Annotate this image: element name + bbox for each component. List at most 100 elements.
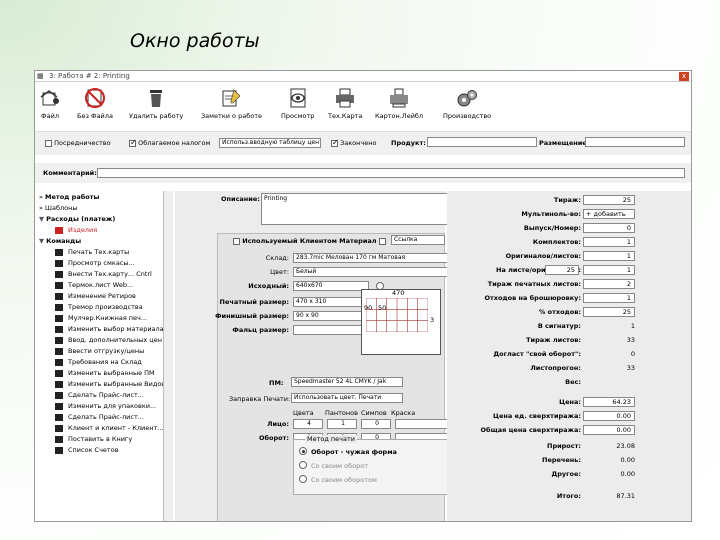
placement-input[interactable] (585, 137, 685, 147)
tree-label: Изменить выбранные ПМ (68, 369, 155, 377)
tree-label: Ввод. дополнительных цен (68, 336, 162, 344)
material-field-input[interactable]: 283.7mic Мелован 170 гм Матовая (293, 253, 471, 263)
production-button[interactable]: Производство (443, 87, 491, 120)
intermediary-checkbox[interactable]: Посредничество (45, 139, 111, 147)
right-field-input[interactable]: 0 (583, 223, 635, 233)
tree-item[interactable]: Сделать Прайс-лист... (55, 413, 144, 422)
command-icon (55, 380, 63, 388)
tree-item[interactable]: Ввод. дополнительных цен (55, 336, 162, 345)
material-field-input[interactable]: 640х670 (293, 281, 369, 291)
tree-item[interactable]: Мулчер.Книжная печ... (55, 314, 147, 323)
command-icon (55, 226, 63, 234)
tree-item[interactable]: Изменить выбранные Видов (55, 380, 165, 389)
checkbox[interactable] (233, 237, 240, 245)
comment-input[interactable] (97, 168, 685, 178)
material-field-input[interactable]: 90 x 90 (293, 311, 369, 321)
tree-item[interactable]: » Метод работы (39, 193, 99, 202)
printer-icon (334, 87, 356, 109)
tree-item[interactable]: Изменение Ретиров (55, 292, 136, 301)
tree-item[interactable]: ▼ Команды (39, 237, 81, 246)
view-button[interactable]: Просмотр (281, 87, 314, 120)
tree-item[interactable]: Внести Тех.карту... Cntrl (55, 270, 152, 279)
checkbox[interactable] (379, 237, 386, 245)
count-input[interactable]: 1 (327, 419, 357, 429)
tree-item[interactable]: Ввести отгрузку/цены (55, 347, 144, 356)
count-input[interactable]: 0 (361, 419, 391, 429)
right-field-input[interactable]: 0.00 (583, 425, 635, 435)
right-field-input[interactable]: + добавить (583, 209, 635, 219)
command-icon (55, 336, 63, 344)
print-method-label: Со своим оборот (311, 462, 369, 470)
right-field-extra[interactable]: 25 (545, 265, 579, 275)
vat-checkbox[interactable]: Облагаемое налогом (129, 138, 210, 147)
tree-label: Список Счетов (68, 446, 119, 454)
right-field-input[interactable]: 1 (583, 237, 635, 247)
print-method-radio[interactable] (299, 461, 307, 469)
use-table-field[interactable]: Использ.вводную таблицу цен (219, 138, 321, 148)
tree-item[interactable]: Изделия (55, 226, 97, 235)
imposition-right: 3 (430, 316, 435, 324)
close-button[interactable]: x (679, 72, 689, 81)
stripe-input[interactable]: Использовать цвет. Печати (291, 393, 403, 403)
right-field-input[interactable]: 25 (583, 307, 635, 317)
material-field-input[interactable]: 470 x 310 (293, 297, 369, 307)
tree-item[interactable]: Просмотр смкасы... (55, 259, 135, 268)
tree-item[interactable]: Изменить для упаковки... (55, 402, 156, 411)
right-field-input[interactable]: 0.00 (583, 411, 635, 421)
trash-icon (145, 87, 167, 109)
material-field-input[interactable]: Белый (293, 267, 471, 277)
tree-item[interactable]: Термок.лист Web... (55, 281, 133, 290)
stock-ref-checkbox[interactable] (379, 237, 386, 245)
tree-item[interactable]: ▼ Расходы (платеж) (39, 215, 115, 224)
label-button[interactable]: Картон.Лейбл (375, 87, 423, 120)
right-field-label: Прирост: (547, 442, 581, 450)
notes-button[interactable]: Заметки о работе (201, 87, 262, 120)
tree-item[interactable]: Список Счетов (55, 446, 119, 455)
completed-label: Закончено (340, 139, 377, 147)
tree-item[interactable]: Поставить в Книгу (55, 435, 132, 444)
right-field-input[interactable]: 1 (583, 265, 635, 275)
tree-item[interactable]: Тремор производства (55, 303, 143, 312)
file-button[interactable]: Файл (39, 87, 61, 120)
completed-checkbox[interactable]: Закончено (331, 138, 377, 147)
checkbox[interactable] (129, 138, 137, 147)
count-input[interactable]: 4 (293, 419, 323, 429)
count-header: Пантонов (325, 409, 358, 417)
command-icon (55, 303, 63, 311)
checkbox[interactable] (331, 138, 339, 147)
pm-input[interactable]: Speedmaster 52 4L CMYK / Jak (291, 377, 403, 387)
product-input[interactable] (427, 137, 537, 147)
delete-job-button[interactable]: Удалить работу (129, 87, 183, 120)
right-field-input[interactable]: 1 (583, 293, 635, 303)
print-method-radio[interactable] (299, 475, 307, 483)
right-field-input[interactable]: 1 (583, 251, 635, 261)
right-field-input[interactable]: 64.23 (583, 397, 635, 407)
description-input[interactable]: Printing (261, 193, 463, 225)
right-field-input[interactable]: 25 (583, 195, 635, 205)
tree-item[interactable]: Требования на Склад (55, 358, 142, 367)
tree-scrollbar[interactable] (163, 191, 173, 521)
print-method-radio[interactable] (299, 447, 307, 455)
right-field-label: % отходов: (538, 308, 581, 316)
checkbox[interactable] (45, 139, 52, 147)
no-file-button[interactable]: Без Файла (77, 87, 113, 120)
tree-item[interactable]: Изменить выбранные ПМ (55, 369, 155, 378)
right-field-label: Комплектов: (532, 238, 581, 246)
tree-item[interactable]: Изменить выбор материала (55, 325, 164, 334)
tree-item[interactable]: Печать Тех.карты (55, 248, 129, 257)
toolbar-label: Удалить работу (129, 112, 184, 120)
techcard-button[interactable]: Тех.Карта (328, 87, 362, 120)
material-field-label: Финишный размер: (215, 312, 289, 320)
right-field-input[interactable]: 2 (583, 279, 635, 289)
tree-label: Метод работы (45, 193, 100, 201)
tree-label: Просмотр смкасы... (68, 259, 135, 267)
command-icon (55, 281, 63, 289)
tree-item[interactable]: Клиент и клиент - Клиент... (55, 424, 163, 433)
placement-label: Размещение (539, 139, 587, 147)
stock-ref-input[interactable]: Ссылка (391, 235, 445, 245)
tree-item[interactable]: » Шаблоны (39, 204, 78, 213)
tree-item[interactable]: Сделать Прайс-лист... (55, 391, 144, 400)
material-field-input[interactable] (293, 325, 369, 335)
client-material-checkbox[interactable]: Используемый Клиентом Материал (233, 237, 377, 245)
gears-icon (456, 87, 478, 109)
